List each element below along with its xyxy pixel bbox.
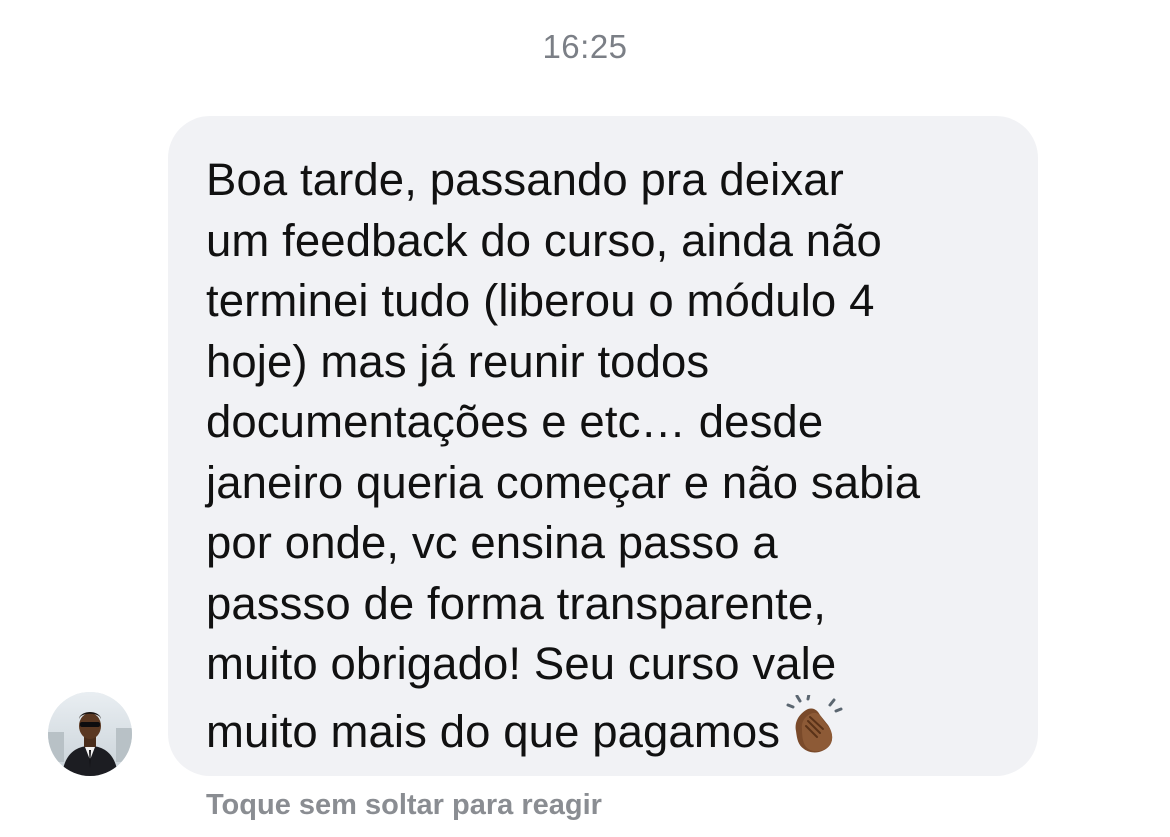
message-timestamp: 16:25 — [542, 28, 628, 65]
message-text: Boa tarde, passando pra deixar um feedba… — [206, 154, 921, 757]
sender-avatar[interactable] — [48, 692, 132, 776]
clapping-hands-icon — [786, 692, 844, 760]
man-in-suit-avatar-icon — [48, 692, 132, 776]
reaction-hint: Toque sem soltar para reagir — [206, 789, 602, 821]
chat-thread: 16:25 Boa tarde, passando pra deixar um … — [0, 0, 1170, 837]
message-bubble[interactable]: Boa tarde, passando pra deixar um feedba… — [168, 116, 1038, 776]
